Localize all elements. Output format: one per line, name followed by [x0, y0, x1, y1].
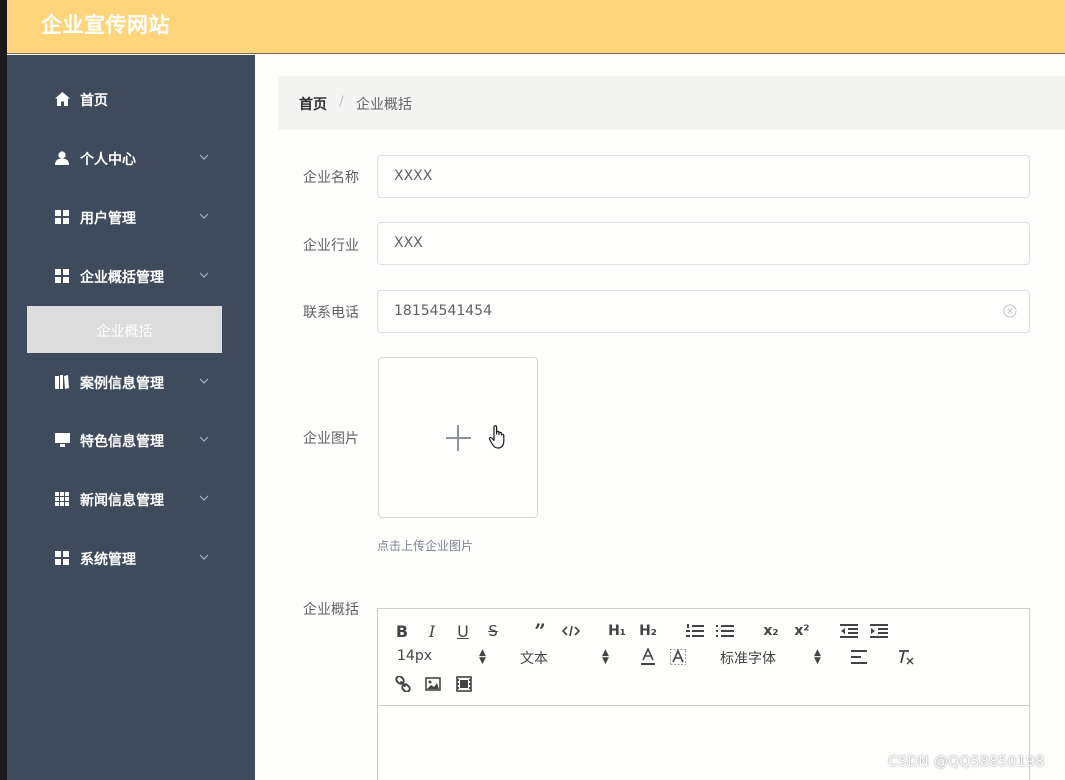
blockquote-icon[interactable]: ”	[530, 619, 550, 643]
sidebar-item-label: 首页	[80, 93, 108, 109]
outdent-icon[interactable]	[839, 621, 859, 641]
superscript-icon[interactable]: x²	[792, 621, 812, 641]
chevron-down-icon	[199, 272, 209, 278]
grid-icon	[54, 550, 70, 566]
subscript-icon[interactable]: x₂	[761, 621, 781, 641]
select-arrows-icon: ▲ ▼	[479, 648, 486, 666]
company-image-label: 企业图片	[303, 431, 359, 447]
font-family-value: 标准字体	[720, 651, 776, 667]
book-icon	[54, 374, 70, 390]
italic-icon[interactable]: I	[423, 621, 441, 641]
indent-icon[interactable]	[869, 621, 889, 641]
sidebar-item-label: 用户管理	[80, 211, 136, 227]
company-name-label: 企业名称	[303, 170, 359, 186]
select-arrows-icon: ▲ ▼	[602, 648, 609, 666]
chevron-down-icon	[199, 436, 209, 442]
sidebar-item-home[interactable]: 首页	[7, 79, 255, 119]
sidebar-item-news-management[interactable]: 新闻信息管理	[7, 479, 255, 519]
font-size-select[interactable]: 14px ▲ ▼	[397, 647, 492, 667]
phone-value: 18154541454	[394, 303, 492, 319]
sidebar-item-label: 个人中心	[80, 152, 136, 168]
sidebar-item-label: 企业概括管理	[80, 270, 164, 286]
company-industry-label: 企业行业	[303, 238, 359, 254]
hand-cursor-icon	[488, 425, 505, 449]
upload-tip: 点击上传企业图片	[377, 539, 474, 553]
video-icon[interactable]	[454, 674, 474, 694]
editor-toolbar: B I U S ” H₁ H₂ x₂ x² 14px ▲ ▼ 文本 ▲ ▼ 标准…	[378, 609, 1029, 706]
sidebar-item-label: 特色信息管理	[80, 434, 164, 450]
image-icon[interactable]	[423, 674, 443, 694]
strike-icon[interactable]: S	[484, 621, 502, 641]
breadcrumb-home-link[interactable]: 首页	[299, 94, 327, 114]
font-color-icon[interactable]	[638, 647, 658, 667]
sidebar-subitem-company-overview[interactable]: 企业概括	[27, 306, 222, 353]
background-color-icon[interactable]	[668, 647, 688, 667]
sidebar-item-personal-center[interactable]: 个人中心	[7, 138, 255, 178]
top-header: 企业宣传网站	[7, 0, 1065, 54]
chevron-down-icon	[199, 495, 209, 501]
breadcrumb-current: 企业概括	[356, 97, 412, 113]
image-upload-box[interactable]	[378, 357, 538, 518]
sidebar-item-label: 系统管理	[80, 552, 136, 568]
monitor-icon	[54, 432, 70, 448]
underline-icon[interactable]: U	[454, 621, 472, 641]
chevron-down-icon	[199, 554, 209, 560]
ordered-list-icon[interactable]	[685, 621, 705, 641]
font-family-select[interactable]: 标准字体 ▲ ▼	[720, 647, 825, 668]
header-2-icon[interactable]: H₂	[638, 621, 658, 641]
chevron-down-icon	[199, 213, 209, 219]
header-select-value: 文本	[520, 651, 548, 667]
sidebar: 首页 个人中心 用户管理 企业概括管理 企业概括 案例信息管理 特色信息管理 新…	[7, 55, 255, 780]
watermark: CSDN @QQ58850198	[888, 754, 1045, 770]
company-name-input[interactable]: XXXX	[377, 155, 1030, 198]
clear-format-icon[interactable]	[896, 647, 916, 667]
breadcrumb: 首页 / 企业概括	[278, 76, 1065, 130]
sidebar-item-label: 新闻信息管理	[80, 493, 164, 509]
chevron-down-icon	[199, 154, 209, 160]
phone-label: 联系电话	[303, 305, 359, 321]
sidebar-subitem-label: 企业概括	[96, 324, 153, 340]
header-1-icon[interactable]: H₁	[607, 621, 627, 641]
select-arrows-icon: ▲ ▼	[814, 648, 821, 666]
grid-9-icon	[54, 491, 70, 507]
app-title: 企业宣传网站	[41, 13, 170, 37]
company-industry-value: XXX	[394, 235, 423, 251]
window-edge	[0, 0, 7, 780]
header-select[interactable]: 文本 ▲ ▼	[520, 647, 615, 668]
company-name-value: XXXX	[394, 168, 433, 184]
sidebar-item-label: 案例信息管理	[80, 376, 164, 392]
chevron-down-icon	[199, 378, 209, 384]
sidebar-item-user-management[interactable]: 用户管理	[7, 197, 255, 237]
font-size-value: 14px	[397, 648, 432, 664]
clear-icon[interactable]	[1003, 304, 1017, 318]
sidebar-item-company-overview-management[interactable]: 企业概括管理	[7, 256, 255, 296]
bullet-list-icon[interactable]	[715, 621, 735, 641]
align-left-icon[interactable]	[849, 647, 869, 667]
bold-icon[interactable]: B	[393, 621, 411, 641]
breadcrumb-separator: /	[339, 94, 344, 110]
plus-icon-vertical	[457, 425, 459, 451]
link-icon[interactable]	[393, 674, 413, 694]
sidebar-item-case-management[interactable]: 案例信息管理	[7, 362, 255, 402]
grid-icon	[54, 268, 70, 284]
code-block-icon[interactable]	[561, 621, 581, 641]
sidebar-item-feature-management[interactable]: 特色信息管理	[7, 420, 255, 460]
company-overview-label: 企业概括	[303, 602, 359, 618]
grid-icon	[54, 209, 70, 225]
home-icon	[54, 91, 70, 107]
company-industry-input[interactable]: XXX	[377, 222, 1030, 265]
user-icon	[54, 150, 70, 166]
sidebar-item-system-management[interactable]: 系统管理	[7, 538, 255, 578]
phone-input[interactable]: 18154541454	[377, 290, 1030, 333]
